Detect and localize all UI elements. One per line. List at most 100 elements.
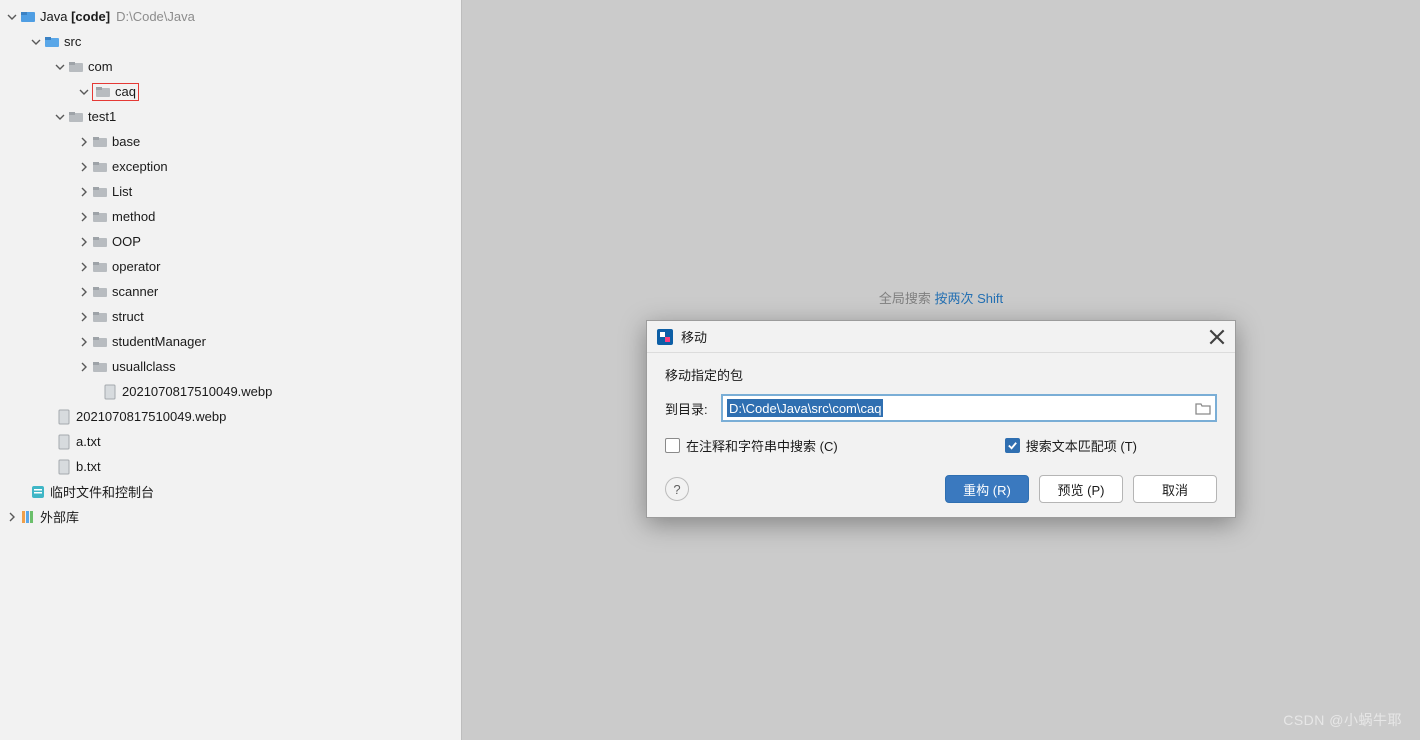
checkbox-checked-icon <box>1005 438 1020 453</box>
browse-folder-icon[interactable] <box>1191 401 1215 415</box>
tree-label: OOP <box>112 234 141 249</box>
package-icon <box>92 134 108 150</box>
file-icon <box>102 384 118 400</box>
package-icon <box>68 109 84 125</box>
global-search-hint: 全局搜索 按两次 Shift <box>879 288 1003 307</box>
tree-node-external-libs[interactable]: 外部库 <box>0 504 461 529</box>
tree-node-com[interactable]: com <box>0 54 461 79</box>
package-icon <box>92 234 108 250</box>
tree-label: 临时文件和控制台 <box>50 482 154 501</box>
file-icon <box>56 434 72 450</box>
destination-label: 到目录: <box>665 399 721 418</box>
file-icon <box>56 409 72 425</box>
chevron-right-icon[interactable] <box>78 287 90 297</box>
chevron-right-icon[interactable] <box>78 362 90 372</box>
package-icon <box>92 359 108 375</box>
tree-node-package[interactable]: operator <box>0 254 461 279</box>
dialog-title: 移动 <box>681 327 707 346</box>
close-icon[interactable] <box>1209 329 1225 345</box>
tree-node-package[interactable]: scanner <box>0 279 461 304</box>
package-icon <box>68 59 84 75</box>
search-text-matches-checkbox[interactable]: 搜索文本匹配项 (T) <box>1005 436 1137 455</box>
shift-hint-link: 按两次 Shift <box>935 291 1004 306</box>
tree-label: 2021070817510049.webp <box>122 384 272 399</box>
selected-package-highlight: caq <box>92 83 139 101</box>
tree-label: List <box>112 184 132 199</box>
watermark: CSDN @小蜗牛耶 <box>1283 710 1402 730</box>
tree-node-test1[interactable]: test1 <box>0 104 461 129</box>
tree-label: a.txt <box>76 434 101 449</box>
tree-node-scratches[interactable]: 临时文件和控制台 <box>0 479 461 504</box>
tree-label: test1 <box>88 109 116 124</box>
tree-label: studentManager <box>112 334 206 349</box>
chevron-right-icon[interactable] <box>78 312 90 322</box>
intellij-icon <box>657 329 673 345</box>
chevron-down-icon[interactable] <box>30 37 42 47</box>
chevron-down-icon[interactable] <box>54 62 66 72</box>
tree-label: exception <box>112 159 168 174</box>
scratch-icon <box>30 484 46 500</box>
tree-label: operator <box>112 259 160 274</box>
source-folder-icon <box>44 34 60 50</box>
cancel-button[interactable]: 取消 <box>1133 475 1217 503</box>
tree-root[interactable]: Java [code] D:\Code\Java <box>0 4 461 29</box>
chevron-right-icon[interactable] <box>78 262 90 272</box>
destination-input[interactable]: D:\Code\Java\src\com\caq <box>721 394 1217 422</box>
chevron-down-icon[interactable] <box>78 87 90 97</box>
tree-node-package[interactable]: base <box>0 129 461 154</box>
chevron-right-icon[interactable] <box>78 337 90 347</box>
package-icon <box>92 334 108 350</box>
tree-label: 外部库 <box>40 507 79 526</box>
package-icon <box>92 184 108 200</box>
tree-label: caq <box>115 84 136 99</box>
refactor-button[interactable]: 重构 (R) <box>945 475 1029 503</box>
tree-label: scanner <box>112 284 158 299</box>
chevron-right-icon[interactable] <box>78 187 90 197</box>
help-icon[interactable]: ? <box>665 477 689 501</box>
module-icon <box>20 9 36 25</box>
tree-label: 2021070817510049.webp <box>76 409 226 424</box>
tree-node-package[interactable]: OOP <box>0 229 461 254</box>
package-icon <box>92 259 108 275</box>
move-dialog: 移动 移动指定的包 到目录: D:\Code\Java\src\com\caq … <box>646 320 1236 518</box>
chevron-right-icon[interactable] <box>78 212 90 222</box>
chevron-right-icon[interactable] <box>78 137 90 147</box>
search-comments-checkbox[interactable]: 在注释和字符串中搜索 (C) <box>665 436 838 455</box>
project-tree-panel[interactable]: Java [code] D:\Code\Java src com caq tes… <box>0 0 462 740</box>
tree-node-file[interactable]: 2021070817510049.webp <box>0 404 461 429</box>
chevron-right-icon[interactable] <box>78 162 90 172</box>
tree-label: base <box>112 134 140 149</box>
project-name: Java [code] <box>40 9 110 24</box>
tree-node-src[interactable]: src <box>0 29 461 54</box>
tree-label: b.txt <box>76 459 101 474</box>
chevron-right-icon[interactable] <box>78 237 90 247</box>
dialog-subtitle: 移动指定的包 <box>665 365 1217 384</box>
tree-node-caq[interactable]: caq <box>0 79 461 104</box>
tree-node-package[interactable]: struct <box>0 304 461 329</box>
tree-label: method <box>112 209 155 224</box>
preview-button[interactable]: 预览 (P) <box>1039 475 1123 503</box>
file-icon <box>56 459 72 475</box>
package-icon <box>92 159 108 175</box>
tree-node-package[interactable]: method <box>0 204 461 229</box>
dialog-titlebar[interactable]: 移动 <box>647 321 1235 353</box>
tree-node-file[interactable]: a.txt <box>0 429 461 454</box>
package-icon <box>92 209 108 225</box>
tree-node-file[interactable]: 2021070817510049.webp <box>0 379 461 404</box>
tree-node-package[interactable]: studentManager <box>0 329 461 354</box>
tree-node-file[interactable]: b.txt <box>0 454 461 479</box>
tree-node-package[interactable]: exception <box>0 154 461 179</box>
destination-value-selected: D:\Code\Java\src\com\caq <box>727 399 883 417</box>
tree-node-package[interactable]: List <box>0 179 461 204</box>
project-path: D:\Code\Java <box>116 9 195 24</box>
package-icon <box>92 309 108 325</box>
chevron-down-icon[interactable] <box>54 112 66 122</box>
tree-node-package[interactable]: usuallclass <box>0 354 461 379</box>
package-icon <box>95 84 111 100</box>
package-icon <box>92 284 108 300</box>
chevron-right-icon[interactable] <box>6 512 18 522</box>
tree-label: com <box>88 59 113 74</box>
chevron-down-icon[interactable] <box>6 12 18 22</box>
tree-label: struct <box>112 309 144 324</box>
library-icon <box>20 509 36 525</box>
